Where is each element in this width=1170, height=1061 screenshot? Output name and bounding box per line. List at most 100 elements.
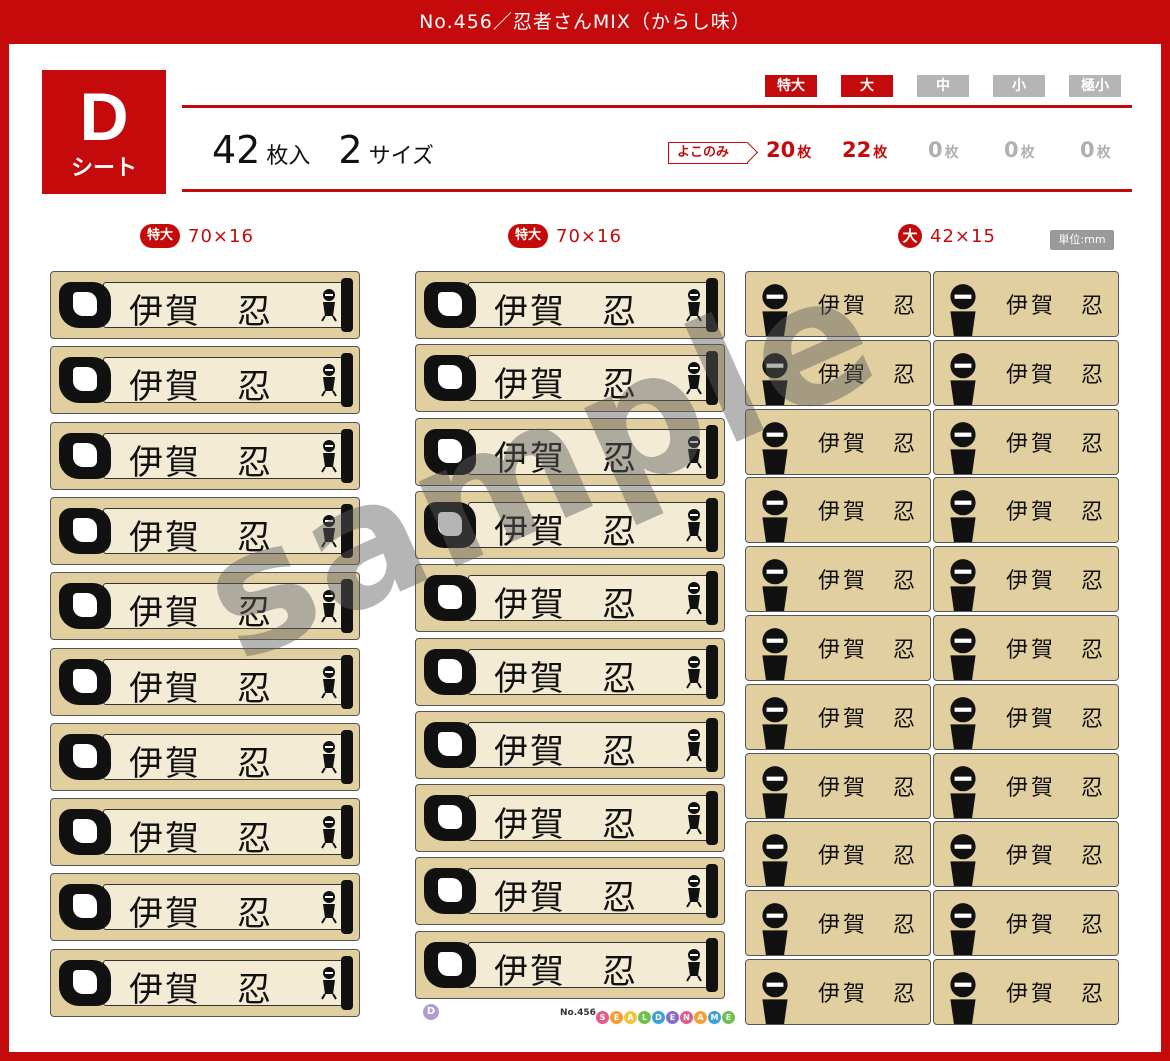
ninja-icon bbox=[754, 764, 796, 818]
label-name: 伊賀 忍 bbox=[818, 569, 919, 595]
column-badge: 特大 bbox=[508, 224, 549, 248]
name-label-large: 伊賀 忍 bbox=[415, 417, 725, 486]
name-label-small: 伊賀 忍 bbox=[933, 752, 1119, 819]
ninja-icon bbox=[754, 351, 796, 405]
ninja-icon bbox=[754, 420, 796, 474]
name-label-large: 伊賀 忍 bbox=[415, 784, 725, 853]
name-label-large: 伊賀 忍 bbox=[50, 346, 360, 415]
label-name: 伊賀 忍 bbox=[129, 442, 273, 483]
yoko-only-tag: よこのみ bbox=[668, 142, 749, 164]
name-label-large: 伊賀 忍 bbox=[415, 857, 725, 926]
name-label-small: 伊賀 忍 bbox=[933, 683, 1119, 750]
scroll-roll-icon bbox=[59, 357, 111, 404]
column-badge: 大 bbox=[898, 224, 922, 248]
divider-top bbox=[182, 105, 1132, 108]
label-name: 伊賀 忍 bbox=[1006, 982, 1107, 1007]
name-label-large: 伊賀 忍 bbox=[415, 637, 725, 706]
qty-gokusho: 0枚 bbox=[1080, 138, 1111, 162]
unit-tag: 単位:mm bbox=[1050, 230, 1114, 250]
label-name: 伊賀 忍 bbox=[1006, 569, 1107, 595]
scroll-end-icon bbox=[706, 717, 718, 772]
label-name: 伊賀 忍 bbox=[1006, 294, 1107, 319]
ninja-icon bbox=[319, 439, 339, 473]
ninja-icon bbox=[684, 948, 704, 982]
name-label-small: 伊賀 忍 bbox=[933, 339, 1119, 406]
qty-tokudai: 20 枚 bbox=[766, 138, 812, 162]
label-name: 伊賀 忍 bbox=[1006, 706, 1107, 732]
size-tag-sho: 小 bbox=[993, 75, 1045, 97]
ninja-icon bbox=[319, 890, 339, 924]
label-name: 伊賀 忍 bbox=[129, 593, 273, 634]
scroll-end-icon bbox=[341, 805, 353, 860]
label-name: 伊賀 忍 bbox=[494, 951, 638, 992]
name-label-large: 伊賀 忍 bbox=[50, 948, 360, 1017]
label-name: 伊賀 忍 bbox=[1006, 362, 1107, 388]
ninja-icon bbox=[942, 832, 984, 887]
scroll-end-icon bbox=[341, 428, 353, 483]
ninja-icon bbox=[684, 581, 704, 615]
ninja-icon bbox=[684, 288, 704, 322]
name-label-small: 伊賀 忍 bbox=[745, 546, 931, 613]
column-header-1: 特大 70×16 bbox=[140, 224, 254, 250]
ninja-icon bbox=[319, 514, 339, 548]
ninja-icon bbox=[942, 282, 984, 336]
name-label-large: 伊賀 忍 bbox=[50, 722, 360, 791]
ninja-icon bbox=[942, 626, 984, 680]
scroll-end-icon bbox=[341, 880, 353, 935]
label-name: 伊賀 忍 bbox=[1006, 638, 1107, 663]
label-name: 伊賀 忍 bbox=[129, 668, 273, 709]
size-tag-tokudai: 特大 bbox=[765, 75, 817, 97]
sheet-badge: D シート bbox=[42, 70, 166, 194]
scroll-roll-icon bbox=[424, 282, 476, 328]
label-name: 伊賀 忍 bbox=[494, 365, 638, 406]
column-badge: 特大 bbox=[140, 224, 181, 248]
label-name: 伊賀 忍 bbox=[129, 292, 273, 332]
name-label-small: 伊賀 忍 bbox=[745, 271, 931, 337]
ninja-icon bbox=[319, 740, 339, 774]
qty-chu: 0枚 bbox=[928, 138, 959, 162]
ninja-icon bbox=[754, 695, 796, 749]
name-label-large: 伊賀 忍 bbox=[415, 490, 725, 559]
scroll-end-icon bbox=[341, 278, 353, 332]
scroll-end-icon bbox=[706, 497, 718, 552]
scroll-roll-icon bbox=[59, 733, 111, 780]
label-name: 伊賀 忍 bbox=[818, 638, 919, 663]
name-label-large: 伊賀 忍 bbox=[50, 271, 360, 339]
ninja-icon bbox=[942, 970, 984, 1024]
divider-bottom bbox=[182, 189, 1132, 192]
name-label-small: 伊賀 忍 bbox=[745, 477, 931, 544]
ninja-icon bbox=[319, 288, 339, 322]
label-name: 伊賀 忍 bbox=[1006, 844, 1107, 870]
label-name: 伊賀 忍 bbox=[818, 294, 919, 319]
name-label-large: 伊賀 忍 bbox=[50, 496, 360, 565]
name-label-small: 伊賀 忍 bbox=[933, 546, 1119, 613]
name-label-small: 伊賀 忍 bbox=[745, 615, 931, 681]
scroll-roll-icon bbox=[59, 507, 111, 554]
ninja-icon bbox=[942, 557, 984, 612]
page-title: No.456／忍者さんMIX（からし味） bbox=[0, 0, 1170, 44]
scroll-end-icon bbox=[706, 937, 718, 992]
scroll-end-icon bbox=[706, 351, 718, 406]
column-dims: 70×16 bbox=[556, 225, 622, 247]
scroll-roll-icon bbox=[424, 501, 476, 548]
scroll-end-icon bbox=[706, 571, 718, 626]
ninja-icon bbox=[942, 351, 984, 405]
size-count: 2 bbox=[338, 128, 363, 172]
ninja-icon bbox=[319, 589, 339, 623]
footer-product-no: No.456 bbox=[560, 1008, 596, 1018]
label-name: 伊賀 忍 bbox=[129, 969, 273, 1010]
name-label-small: 伊賀 忍 bbox=[745, 339, 931, 406]
label-name: 伊賀 忍 bbox=[494, 731, 638, 772]
scroll-roll-icon bbox=[424, 795, 476, 842]
label-name: 伊賀 忍 bbox=[1006, 913, 1107, 939]
name-label-small: 伊賀 忍 bbox=[745, 821, 931, 888]
scroll-end-icon bbox=[341, 955, 353, 1010]
name-label-large: 伊賀 忍 bbox=[50, 873, 360, 942]
name-label-large: 伊賀 忍 bbox=[50, 647, 360, 716]
footer-sheet-letter: D bbox=[423, 1004, 439, 1020]
scroll-roll-icon bbox=[424, 575, 476, 622]
name-label-large: 伊賀 忍 bbox=[50, 798, 360, 867]
qty-dai: 22 枚 bbox=[842, 138, 888, 162]
name-label-small: 伊賀 忍 bbox=[745, 408, 931, 475]
scroll-end-icon bbox=[341, 353, 353, 408]
